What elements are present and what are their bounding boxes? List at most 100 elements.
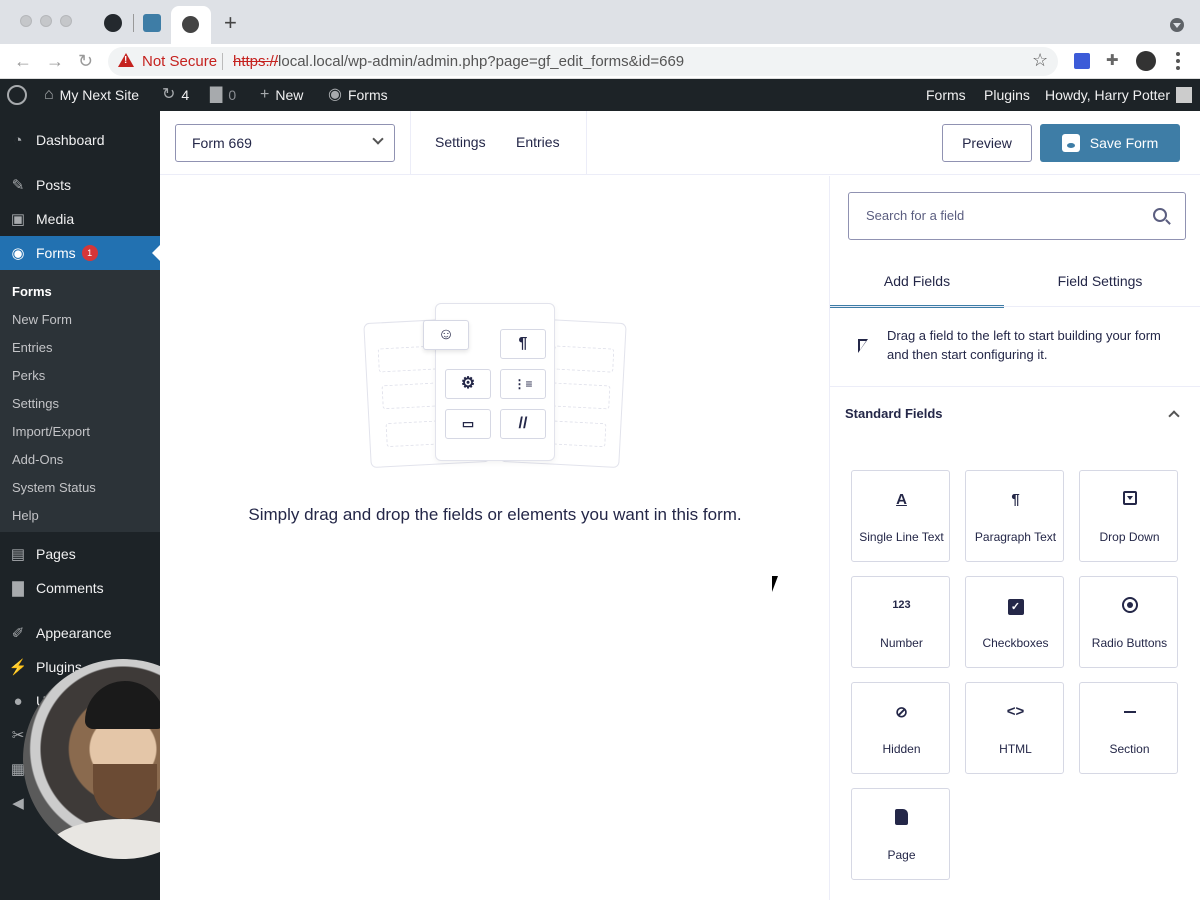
comments-link[interactable]: ▇ 0 <box>210 79 236 111</box>
submenu-forms[interactable]: Forms <box>12 284 52 299</box>
address-bar-row: ← → ↻ Not Secure https://local.local/wp-… <box>0 44 1200 79</box>
field-button-section[interactable]: Section <box>1079 682 1178 774</box>
github-tab-icon[interactable] <box>104 14 122 32</box>
browser-tabbar: + <box>0 0 1200 44</box>
preview-button[interactable]: Preview <box>942 124 1032 162</box>
submenu-help[interactable]: Help <box>12 508 39 523</box>
sidebar-item-label: Pages <box>36 546 76 562</box>
list-icon: ⋮≡ <box>500 369 546 399</box>
plugins-right-link[interactable]: Plugins <box>984 79 1030 111</box>
extension-icon[interactable] <box>1074 53 1090 69</box>
tab-add-fields[interactable]: Add Fields <box>830 264 1004 308</box>
new-label: New <box>275 87 304 103</box>
forms-adminbar-link[interactable]: ◉ Forms <box>328 79 388 111</box>
form-canvas[interactable]: ¶ ⚙ ⋮≡ ▭ // ☺ Simply drag and drop the f… <box>160 176 829 900</box>
settings-link[interactable]: Settings <box>435 134 486 150</box>
field-button-radio-buttons[interactable]: Radio Buttons <box>1079 576 1178 668</box>
avatar <box>1176 87 1192 103</box>
chevron-up-icon[interactable] <box>1168 410 1180 422</box>
sidebar-item-comments[interactable]: ▇ Comments <box>0 571 160 605</box>
dash-icon <box>1080 703 1179 721</box>
close-window-button[interactable] <box>20 15 32 27</box>
submenu-entries[interactable]: Entries <box>12 340 52 355</box>
not-secure-label: Not Secure <box>142 53 218 70</box>
field-button-drop-down[interactable]: Drop Down <box>1079 470 1178 562</box>
save-form-button[interactable]: Save Form <box>1040 124 1180 162</box>
submenu-perks[interactable]: Perks <box>12 368 45 383</box>
sidebar-item-label: Media <box>36 211 75 227</box>
wp-admin-bar: ⌂ My Next Site ↻ 4 ▇ 0 + New ◉ Forms Forms Pl… <box>0 79 1200 111</box>
home-icon: ⌂ <box>44 86 54 103</box>
eye-slash-icon: ⊘ <box>895 704 908 721</box>
media-icon: ▣ <box>10 211 26 228</box>
field-search-input[interactable]: Search for a field <box>848 192 1186 240</box>
my-account-link[interactable]: Howdy, Harry Potter <box>1045 79 1192 111</box>
hubspot-icon: ⚙ <box>445 369 491 399</box>
new-content-link[interactable]: + New <box>260 79 303 111</box>
field-button-hidden[interactable]: ⊘ Hidden <box>851 682 950 774</box>
puzzle-icon[interactable]: ✚ <box>1106 53 1122 69</box>
sidebar-item-appearance[interactable]: ✐ Appearance <box>0 616 160 650</box>
bookmark-star-icon[interactable]: ☆ <box>1032 50 1048 71</box>
entries-link[interactable]: Entries <box>516 134 560 150</box>
maximize-window-button[interactable] <box>60 15 72 27</box>
code-icon: <> <box>1006 703 1025 720</box>
sidebar-item-media[interactable]: ▣ Media <box>0 202 160 236</box>
field-button-checkboxes[interactable]: ✓ Checkboxes <box>965 576 1064 668</box>
submenu-add-ons[interactable]: Add-Ons <box>12 452 63 467</box>
wp-logo-menu[interactable] <box>7 79 27 111</box>
url-text[interactable]: https://local.local/wp-admin/admin.php?p… <box>233 53 684 70</box>
submenu-new-form[interactable]: New Form <box>12 312 72 327</box>
sidebar-item-posts[interactable]: ✎ Posts <box>0 168 160 202</box>
tab-search-icon[interactable] <box>1170 18 1184 32</box>
site-name: My Next Site <box>59 87 140 103</box>
gravity-forms-tab-icon[interactable] <box>143 14 161 32</box>
sidebar-item-pages[interactable]: ▤ Pages <box>0 537 160 571</box>
profile-avatar[interactable] <box>1136 51 1156 71</box>
sidebar-item-forms[interactable]: ◉ Forms 1 <box>0 236 160 270</box>
field-button-paragraph-text[interactable]: ¶ Paragraph Text <box>965 470 1064 562</box>
pages-icon: ▤ <box>10 546 26 563</box>
url-scheme: https:// <box>233 53 279 70</box>
paragraph-icon: ¶ <box>1011 491 1020 508</box>
sidebar-item-dashboard[interactable]: ◔ Dashboard <box>0 123 160 157</box>
mailchimp-icon: ☺ <box>423 320 469 350</box>
field-button-number[interactable]: 123 Number <box>851 576 950 668</box>
active-tab[interactable] <box>171 6 211 44</box>
forward-button[interactable]: → <box>46 51 64 71</box>
submenu-settings[interactable]: Settings <box>12 396 59 411</box>
updates-link[interactable]: ↻ 4 <box>162 79 189 111</box>
howdy-label: Howdy, Harry Potter <box>1045 87 1170 103</box>
sidebar-item-label: Appearance <box>36 625 112 641</box>
forms-right-label: Forms <box>926 87 966 103</box>
submenu-system-status[interactable]: System Status <box>12 480 96 495</box>
submenu-import-export[interactable]: Import/Export <box>12 424 90 439</box>
omnibox-divider <box>222 53 223 70</box>
browser-menu-icon[interactable] <box>1176 52 1180 73</box>
omnibox[interactable]: Not Secure https://local.local/wp-admin/… <box>108 47 1058 76</box>
url-path: local.local/wp-admin/admin.php?page=gf_e… <box>278 53 685 70</box>
back-button[interactable]: ← <box>14 51 32 71</box>
forms-right-link[interactable]: Forms <box>926 79 966 111</box>
form-switcher-select[interactable]: Form 669 <box>175 124 395 162</box>
field-button-html[interactable]: <> HTML <box>965 682 1064 774</box>
field-label: Checkboxes <box>982 636 1049 650</box>
plus-icon: + <box>260 86 270 103</box>
forms-badge: 1 <box>81 245 98 261</box>
radio-icon <box>1080 597 1179 615</box>
comment-icon: ▇ <box>12 580 24 597</box>
field-button-page[interactable]: Page <box>851 788 950 880</box>
new-tab-button[interactable]: + <box>224 12 237 34</box>
drag-hint: Drag a field to the left to start buildi… <box>830 307 1200 387</box>
tab-field-settings[interactable]: Field Settings <box>1015 264 1185 308</box>
webcam-hat <box>85 681 165 729</box>
minimize-window-button[interactable] <box>40 15 52 27</box>
standard-fields-title[interactable]: Standard Fields <box>845 406 943 421</box>
field-button-single-line-text[interactable]: A Single Line Text <box>851 470 950 562</box>
reload-button[interactable]: ↻ <box>78 51 93 71</box>
pin-icon: ✎ <box>11 177 25 194</box>
site-name-link[interactable]: ⌂ My Next Site <box>44 79 139 111</box>
empty-state-illustration: ¶ ⚙ ⋮≡ ▭ // ☺ <box>363 300 627 475</box>
comment-icon: ▇ <box>210 86 223 103</box>
field-label: Single Line Text <box>859 530 944 544</box>
